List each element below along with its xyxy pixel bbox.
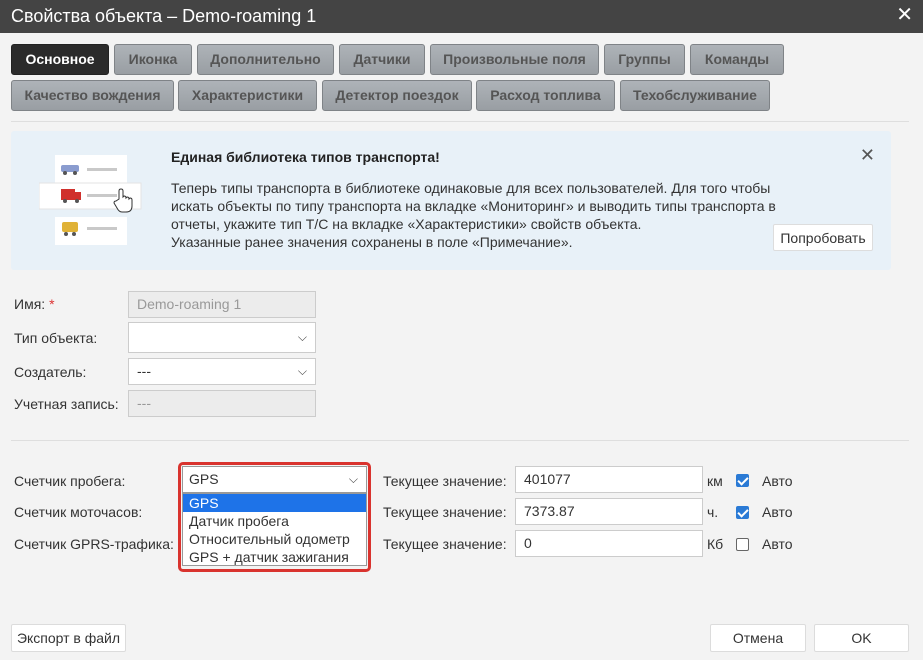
tab-driving-quality[interactable]: Качество вождения (11, 80, 174, 111)
gprs-unit: Кб (707, 536, 724, 552)
banner-text-line: Теперь типы транспорта в библиотеке один… (171, 180, 771, 196)
info-banner: Единая библиотека типов транспорта! Тепе… (11, 131, 891, 270)
tab-sensors[interactable]: Датчики (339, 44, 425, 75)
engine-auto-checkbox[interactable] (736, 506, 749, 519)
required-marker: * (49, 296, 55, 312)
mileage-current-input[interactable]: 401077 (515, 466, 703, 493)
banner-text-line: отчеты, укажите тип Т/С на вкладке «Хара… (171, 216, 642, 232)
account-label: Учетная запись: (14, 396, 119, 412)
engine-current-input[interactable]: 7373.87 (515, 498, 703, 525)
engine-current-label: Текущее значение: (383, 504, 507, 520)
creator-value: --- (137, 363, 151, 379)
object-type-select[interactable]: ⌵ (128, 322, 316, 353)
window-title: Свойства объекта – Demo-roaming 1 (11, 6, 317, 26)
tab-groups[interactable]: Группы (604, 44, 685, 75)
title-bar: Свойства объекта – Demo-roaming 1 ✕ (0, 0, 923, 33)
gprs-counter-label: Счетчик GPRS-трафика: (14, 536, 174, 552)
mileage-unit: км (707, 473, 723, 489)
tab-fuel-consumption[interactable]: Расход топлива (476, 80, 615, 111)
engine-auto-label: Авто (762, 504, 793, 520)
divider (11, 440, 909, 441)
name-label: Имя: * (14, 296, 55, 312)
close-icon[interactable]: ✕ (896, 4, 913, 26)
ok-button[interactable]: OK (814, 624, 909, 652)
tab-additional[interactable]: Дополнительно (197, 44, 334, 75)
divider (11, 121, 909, 122)
mileage-auto-checkbox[interactable] (736, 474, 749, 487)
mileage-counter-label: Счетчик пробега: (14, 473, 126, 489)
try-button[interactable]: Попробовать (773, 224, 873, 251)
cancel-button[interactable]: Отмена (710, 624, 806, 652)
creator-label: Создатель: (14, 364, 87, 380)
account-field: --- (128, 390, 316, 417)
vehicle-library-illustration (39, 155, 142, 245)
mileage-auto-label: Авто (762, 473, 793, 489)
banner-text: Теперь типы транспорта в библиотеке один… (171, 179, 776, 251)
engine-unit: ч. (707, 504, 719, 520)
banner-text-line: искать объекты по типу транспорта на вкл… (171, 198, 776, 214)
chevron-down-icon: ⌵ (297, 364, 307, 378)
banner-text-line: Указанные ранее значения сохранены в пол… (171, 234, 573, 250)
gprs-current-input[interactable]: 0 (515, 530, 703, 557)
export-button[interactable]: Экспорт в файл (11, 624, 126, 652)
tab-general[interactable]: Основное (11, 44, 109, 75)
tab-custom-fields[interactable]: Произвольные поля (430, 44, 599, 75)
gprs-auto-label: Авто (762, 536, 793, 552)
highlight-frame (178, 462, 371, 572)
object-type-label: Тип объекта: (14, 330, 98, 346)
mileage-current-label: Текущее значение: (383, 473, 507, 489)
banner-close-icon[interactable]: ✕ (860, 145, 875, 166)
tab-commands[interactable]: Команды (690, 44, 784, 75)
name-label-text: Имя: (14, 296, 46, 312)
engine-hours-counter-label: Счетчик моточасов: (14, 504, 143, 520)
tab-trip-detector[interactable]: Детектор поездок (322, 80, 472, 111)
tab-maintenance[interactable]: Техобслуживание (620, 80, 770, 111)
tab-icon[interactable]: Иконка (114, 44, 192, 75)
name-field: Demo-roaming 1 (128, 291, 316, 318)
banner-title: Единая библиотека типов транспорта! (171, 149, 440, 165)
gprs-current-label: Текущее значение: (383, 536, 507, 552)
gprs-auto-checkbox[interactable] (736, 538, 749, 551)
chevron-down-icon: ⌵ (297, 330, 307, 344)
creator-select[interactable]: --- ⌵ (128, 358, 316, 385)
tab-characteristics[interactable]: Характеристики (178, 80, 317, 111)
